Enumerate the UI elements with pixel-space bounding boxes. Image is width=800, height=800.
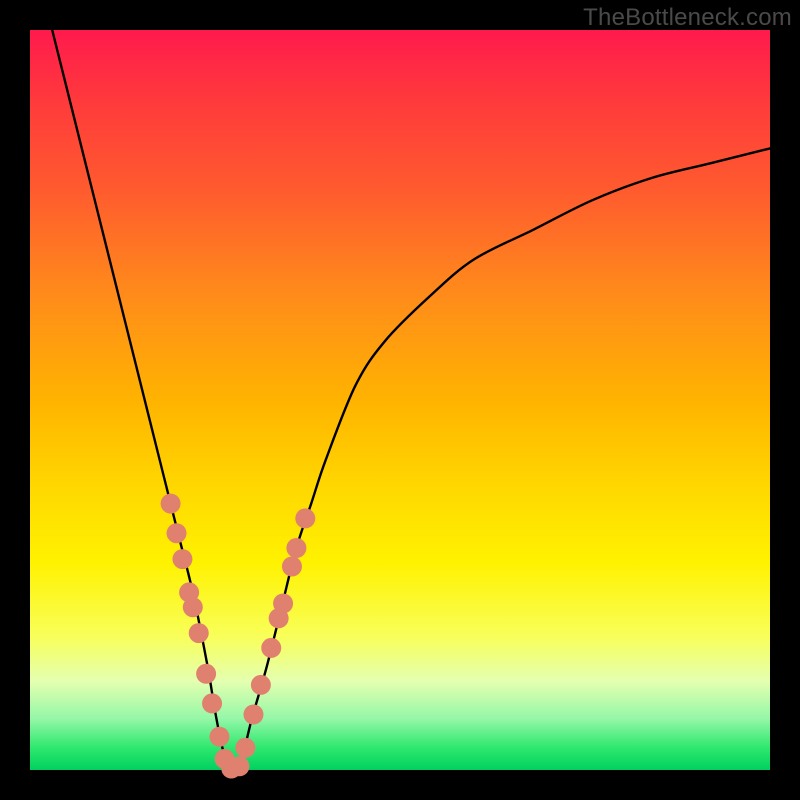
marker-dot bbox=[235, 738, 255, 758]
marker-dot bbox=[273, 594, 293, 614]
marker-dot bbox=[189, 623, 209, 643]
bottleneck-curve bbox=[52, 30, 770, 773]
marker-dot bbox=[229, 756, 249, 776]
highlight-markers bbox=[161, 494, 316, 779]
marker-dot bbox=[286, 538, 306, 558]
marker-dot bbox=[172, 549, 192, 569]
chart-frame: TheBottleneck.com bbox=[0, 0, 800, 800]
marker-dot bbox=[209, 727, 229, 747]
marker-dot bbox=[243, 705, 263, 725]
marker-dot bbox=[167, 523, 187, 543]
chart-svg bbox=[30, 30, 770, 770]
marker-dot bbox=[161, 494, 181, 514]
marker-dot bbox=[282, 557, 302, 577]
watermark-text: TheBottleneck.com bbox=[583, 4, 792, 32]
marker-dot bbox=[295, 508, 315, 528]
marker-dot bbox=[196, 664, 216, 684]
marker-dot bbox=[183, 597, 203, 617]
marker-dot bbox=[202, 693, 222, 713]
marker-dot bbox=[251, 675, 271, 695]
plot-area bbox=[30, 30, 770, 770]
marker-dot bbox=[261, 638, 281, 658]
